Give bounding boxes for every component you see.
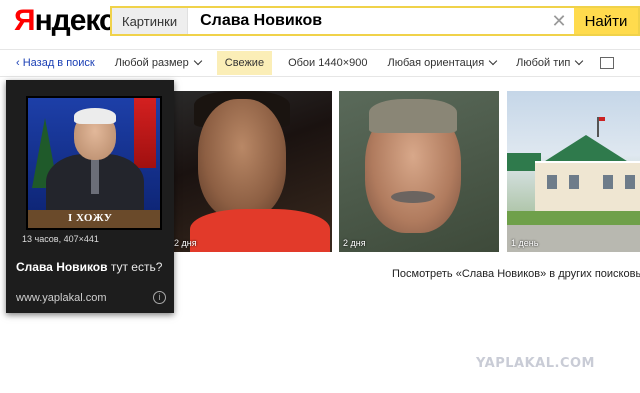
grid-view-icon[interactable]: [600, 57, 615, 69]
photo-face: [198, 99, 286, 219]
thumb-flag: [134, 98, 156, 168]
back-to-search-link[interactable]: ‹ Назад в поиск: [16, 57, 95, 69]
clear-icon[interactable]: ✕: [544, 8, 574, 34]
other-search-engines-link[interactable]: Посмотреть «Слава Новиков» в других поис…: [392, 268, 640, 280]
image-title[interactable]: Слава Новиков тут есть?: [16, 260, 166, 275]
size-filter[interactable]: Любой размер: [114, 56, 203, 69]
photo-hair: [369, 99, 457, 133]
logo-first-letter: Я: [14, 4, 36, 37]
chevron-down-icon: [193, 56, 203, 66]
photo-roof: [542, 135, 630, 163]
chevron-down-icon: [488, 56, 498, 66]
search-input[interactable]: [188, 8, 544, 34]
image-result[interactable]: 2 дня: [170, 91, 332, 252]
yandex-logo[interactable]: Яндекс: [14, 4, 116, 38]
size-filter-label: Любой размер: [114, 57, 189, 69]
photo-shirt: [190, 209, 330, 252]
type-filter-label: Любой тип: [516, 57, 571, 69]
image-age: 1 день: [511, 238, 539, 248]
image-title-rest: тут есть?: [107, 260, 163, 274]
chevron-down-icon: [575, 56, 584, 66]
info-icon[interactable]: i: [153, 291, 166, 304]
wallpaper-filter[interactable]: Обои 1440×900: [288, 57, 367, 69]
source-site-link[interactable]: www.yaplakal.com: [16, 292, 106, 304]
search-button[interactable]: Найти: [574, 8, 638, 34]
orientation-filter-label: Любая ориентация: [387, 57, 485, 69]
image-title-bold: Слава Новиков: [16, 260, 108, 274]
photo-flag: [597, 117, 605, 137]
thumb-tie: [91, 158, 99, 194]
photo-window: [547, 175, 557, 189]
image-age: 2 дня: [174, 238, 197, 248]
image-meta: 13 часов, 407×441: [22, 234, 99, 244]
preview-thumbnail[interactable]: I ХОЖУ: [26, 96, 162, 230]
service-chip[interactable]: Картинки: [112, 8, 189, 34]
photo-window: [569, 175, 579, 189]
fresh-filter[interactable]: Свежие: [216, 51, 273, 75]
logo-rest: ндекс: [34, 4, 116, 37]
search-bar: Картинки ✕ Найти: [110, 6, 640, 36]
image-result[interactable]: 1 день: [507, 91, 640, 252]
thumb-hair: [74, 108, 116, 124]
type-filter[interactable]: Любой тип: [516, 56, 584, 69]
photo-window: [603, 175, 613, 189]
thumb-caption: I ХОЖУ: [68, 212, 113, 224]
watermark: YAPLAKAL.COM: [476, 356, 595, 371]
filter-bar: ‹ Назад в поиск Любой размер Свежие Обои…: [0, 49, 640, 77]
photo-mustache: [391, 191, 435, 203]
image-result[interactable]: 2 дня: [339, 91, 499, 252]
photo-window: [625, 175, 635, 189]
orientation-filter[interactable]: Любая ориентация: [387, 56, 498, 69]
image-age: 2 дня: [343, 238, 366, 248]
image-preview-card[interactable]: I ХОЖУ 13 часов, 407×441 Слава Новиков т…: [6, 80, 174, 313]
